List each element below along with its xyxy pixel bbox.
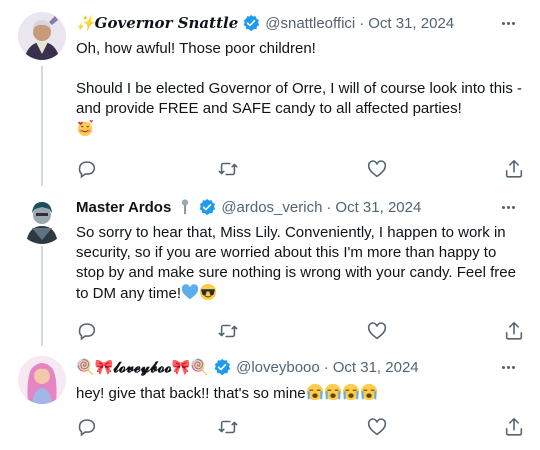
like-icon[interactable] — [366, 158, 388, 180]
more-options-icon[interactable] — [498, 14, 518, 32]
tweet-actions — [76, 320, 526, 342]
timestamp[interactable]: Oct 31, 2024 — [368, 15, 454, 32]
tweet-header: Master Ardos @ardos_verich · Oct 31, 202… — [76, 196, 526, 218]
loudly-crying-face-icon — [342, 383, 359, 401]
share-icon[interactable] — [503, 158, 525, 180]
avatar[interactable] — [18, 356, 66, 404]
verified-badge-icon — [199, 198, 216, 216]
tweet-header: ✨𝑮𝒐𝒗𝒆𝒓𝒏𝒐𝒓 𝑺𝒏𝒂𝒕𝒕𝒍𝒆 @snattleoffici · Oct 3… — [76, 12, 526, 34]
avatar[interactable] — [18, 12, 66, 60]
lovey-avatar-icon — [18, 356, 66, 404]
display-name[interactable]: Master Ardos — [76, 199, 171, 216]
tweet-text-line-1: Oh, how awful! Those poor children! — [76, 40, 316, 57]
like-icon[interactable] — [366, 320, 388, 342]
share-icon[interactable] — [503, 320, 525, 342]
verified-badge-icon — [214, 358, 231, 376]
handle[interactable]: @ardos_verich — [221, 199, 322, 216]
like-icon[interactable] — [366, 416, 388, 438]
ardos-avatar-icon — [18, 196, 66, 244]
avatar[interactable] — [18, 196, 66, 244]
retweet-icon[interactable] — [217, 158, 239, 180]
smiling-face-with-hearts-icon — [77, 120, 94, 137]
tweet-text: Oh, how awful! Those poor children! Shou… — [76, 39, 526, 140]
tweet-actions — [76, 158, 526, 180]
separator-dot: · — [323, 358, 329, 376]
display-name[interactable]: ✨𝑮𝒐𝒗𝒆𝒓𝒏𝒐𝒓 𝑺𝒏𝒂𝒕𝒕𝒍𝒆 — [76, 14, 238, 32]
microphone-icon — [182, 199, 189, 215]
smiling-face-with-sunglasses-icon — [199, 283, 217, 301]
timestamp[interactable]: Oct 31, 2024 — [335, 199, 421, 216]
tweet-text-line-2: Should I be elected Governor of Orre, I … — [76, 80, 527, 117]
display-name[interactable]: 🍭🎀𝓵𝓸𝓿𝓮𝔂𝓫𝓸𝓸🎀🍭 — [76, 358, 209, 376]
governor-avatar-icon — [18, 12, 66, 60]
loudly-crying-face-icon — [324, 383, 341, 401]
separator-dot: · — [359, 14, 365, 32]
verified-badge-icon — [243, 14, 260, 32]
tweet-text: hey! give that back!! that's so mine — [76, 383, 526, 404]
tweet-text: So sorry to hear that, Miss Lily. Conven… — [76, 223, 526, 304]
more-options-icon[interactable] — [498, 358, 518, 376]
loudly-crying-face-icon — [306, 383, 323, 401]
loudly-crying-face-icon — [360, 383, 377, 401]
share-icon[interactable] — [503, 416, 525, 438]
blue-heart-icon — [181, 284, 199, 300]
separator-dot: · — [326, 198, 332, 216]
timestamp[interactable]: Oct 31, 2024 — [333, 359, 419, 376]
more-options-icon[interactable] — [498, 198, 518, 216]
reply-icon[interactable] — [76, 320, 98, 342]
tweet-text-body: hey! give that back!! that's so mine — [76, 385, 306, 402]
handle[interactable]: @snattleoffici — [265, 15, 355, 32]
tweet-header: 🍭🎀𝓵𝓸𝓿𝓮𝔂𝓫𝓸𝓸🎀🍭 @loveybooo · Oct 31, 2024 — [76, 356, 526, 378]
reply-icon[interactable] — [76, 416, 98, 438]
handle[interactable]: @loveybooo — [236, 359, 320, 376]
retweet-icon[interactable] — [217, 320, 239, 342]
tweet-text-body: So sorry to hear that, Miss Lily. Conven… — [76, 224, 521, 302]
reply-icon[interactable] — [76, 158, 98, 180]
retweet-icon[interactable] — [217, 416, 239, 438]
tweet-ardos[interactable]: Master Ardos @ardos_verich · Oct 31, 202… — [0, 190, 540, 340]
tweet-actions — [76, 416, 526, 438]
